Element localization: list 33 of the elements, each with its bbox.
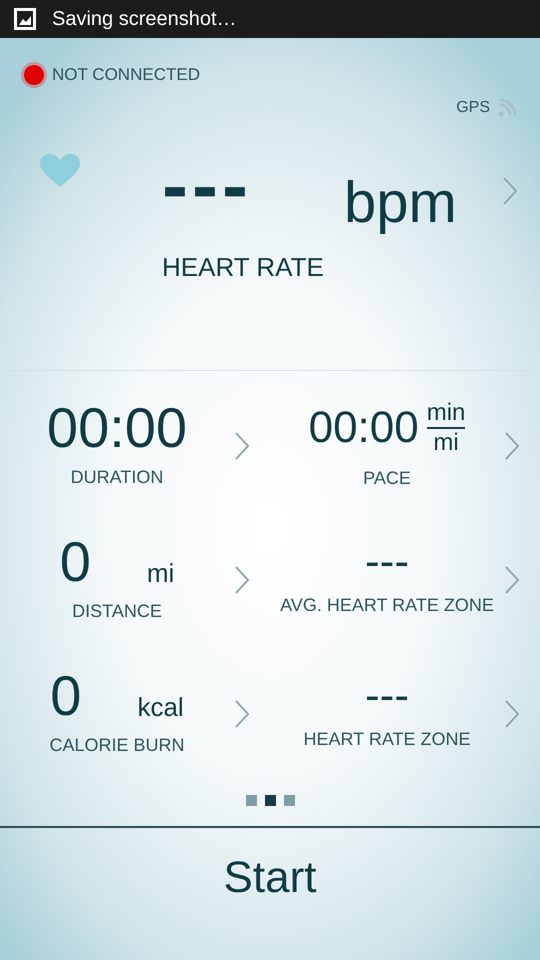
chevron-icon[interactable] bbox=[504, 564, 520, 594]
metric-label: AVG. HEART RATE ZONE bbox=[280, 594, 494, 617]
heart-rate-value: --- bbox=[162, 146, 252, 224]
page-indicator[interactable] bbox=[264, 794, 276, 806]
chevron-icon[interactable] bbox=[234, 564, 250, 594]
chevron-icon[interactable] bbox=[502, 176, 518, 206]
unit-numerator: min bbox=[426, 399, 466, 429]
metric-label: HEART RATE ZONE bbox=[303, 728, 471, 751]
image-icon bbox=[14, 8, 36, 30]
gps-label: GPS bbox=[456, 98, 490, 118]
chevron-icon[interactable] bbox=[234, 698, 250, 728]
connection-status: NOT CONNECTED bbox=[52, 64, 200, 86]
metric-label: CALORIE BURN bbox=[49, 734, 185, 757]
metric-value: --- bbox=[365, 674, 409, 718]
chevron-icon[interactable] bbox=[504, 430, 520, 460]
metric-label: DISTANCE bbox=[72, 600, 162, 623]
notification-text: Saving screenshot… bbox=[52, 7, 237, 32]
unit-denominator: mi bbox=[433, 429, 459, 457]
heart-rate-label: HEART RATE bbox=[162, 250, 324, 284]
heart-rate-unit: bpm bbox=[344, 174, 457, 232]
metric-value: 00:00 bbox=[46, 400, 188, 456]
metric-unit: mi bbox=[146, 560, 174, 586]
chevron-icon[interactable] bbox=[234, 430, 250, 460]
metric-value: 0 bbox=[60, 534, 91, 590]
metric-value: 0 bbox=[50, 668, 82, 724]
metric-label: DURATION bbox=[70, 466, 164, 489]
metric-unit: kcal bbox=[137, 694, 184, 720]
metric-value: 00:00 bbox=[308, 406, 419, 450]
heart-icon bbox=[40, 154, 80, 188]
metric-label: PACE bbox=[363, 466, 411, 490]
chevron-icon[interactable] bbox=[504, 698, 520, 728]
metric-value: --- bbox=[365, 540, 409, 584]
start-button[interactable]: Start bbox=[218, 844, 322, 912]
